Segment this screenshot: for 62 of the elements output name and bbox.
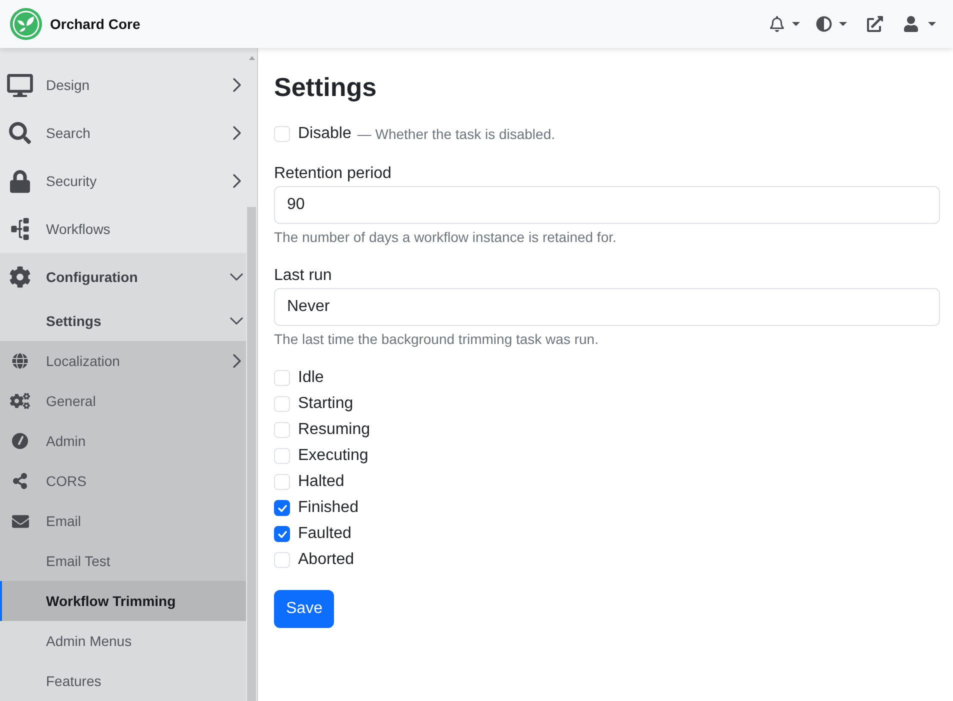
checkmark-icon	[278, 504, 286, 512]
sidebar-item[interactable]: CORS	[0, 461, 246, 501]
node-tree-icon	[11, 218, 29, 240]
sidebar-item[interactable]: Search	[0, 109, 246, 157]
checkbox-label: Idle	[298, 368, 324, 388]
gear-icon	[9, 266, 31, 288]
help-text: The number of days a workflow instance is retained for.	[274, 228, 618, 247]
checkbox-label: Resuming	[298, 420, 370, 440]
gears-icon	[10, 393, 30, 409]
scrollbar-thumb[interactable]	[247, 207, 256, 701]
scroll-up-icon[interactable]	[248, 56, 254, 60]
checkbox-label: Starting	[298, 394, 354, 414]
sidebar-item[interactable]: Workflows	[0, 205, 246, 253]
checkbox-label: Aborted	[298, 550, 354, 570]
checkbox-label: Executing	[298, 446, 368, 466]
sidebar-item[interactable]: Admin	[0, 421, 246, 461]
external-link-icon	[867, 16, 883, 32]
caret-icon	[792, 22, 800, 26]
notifications-button[interactable]	[770, 16, 800, 32]
lock-icon	[10, 170, 30, 192]
search-icon	[9, 122, 31, 144]
sidebar-item[interactable]: Configuration	[0, 253, 246, 301]
checkbox[interactable]	[274, 526, 290, 542]
checkmark-icon	[278, 530, 286, 538]
save-button[interactable]: Save	[274, 590, 334, 628]
page-title: Settings	[274, 71, 378, 104]
help-text: — Whether the task is disabled.	[357, 124, 556, 144]
checkbox[interactable]	[274, 500, 290, 516]
text-field[interactable]: Never	[274, 288, 940, 326]
sidebar-item[interactable]: Design	[0, 61, 246, 109]
external-link-button[interactable]	[867, 16, 883, 32]
sidebar-item[interactable]: Email	[0, 501, 246, 541]
text-field[interactable]: 90	[274, 186, 940, 224]
checkbox-label: Finished	[298, 498, 358, 518]
checkbox-label: Faulted	[298, 524, 352, 544]
sidebar-item[interactable]: Features	[0, 661, 246, 701]
caret-icon	[839, 22, 847, 26]
sidebar-item[interactable]: General	[0, 381, 246, 421]
help-text: The last time the background trimming task was run.	[274, 330, 600, 349]
globe-icon	[12, 353, 28, 369]
field-label: Retention period	[274, 164, 392, 184]
sidebar-item[interactable]: Admin Menus	[0, 621, 246, 661]
brand-name[interactable]: Orchard Core	[50, 14, 140, 34]
user-menu-button[interactable]	[904, 16, 936, 32]
share-icon	[13, 473, 27, 489]
checkbox-label: Halted	[298, 472, 344, 492]
bell-icon	[770, 16, 784, 32]
sidebar-item[interactable]: Security	[0, 157, 246, 205]
gauge-icon	[12, 433, 28, 449]
sidebar-item[interactable]: Settings	[0, 301, 246, 341]
monitor-icon	[7, 74, 33, 96]
caret-icon	[928, 22, 936, 26]
logo-icon[interactable]	[10, 8, 42, 40]
user-icon	[904, 16, 918, 32]
contrast-icon	[816, 16, 832, 32]
theme-button[interactable]	[816, 16, 847, 32]
sidebar-item[interactable]: Email Test	[0, 541, 246, 581]
envelope-icon	[12, 514, 28, 528]
field-label: Last run	[274, 266, 333, 286]
sidebar-item[interactable]: Workflow Trimming	[0, 581, 246, 621]
sidebar-item[interactable]: Localization	[0, 341, 246, 381]
checkbox-label: Disable	[298, 124, 352, 144]
